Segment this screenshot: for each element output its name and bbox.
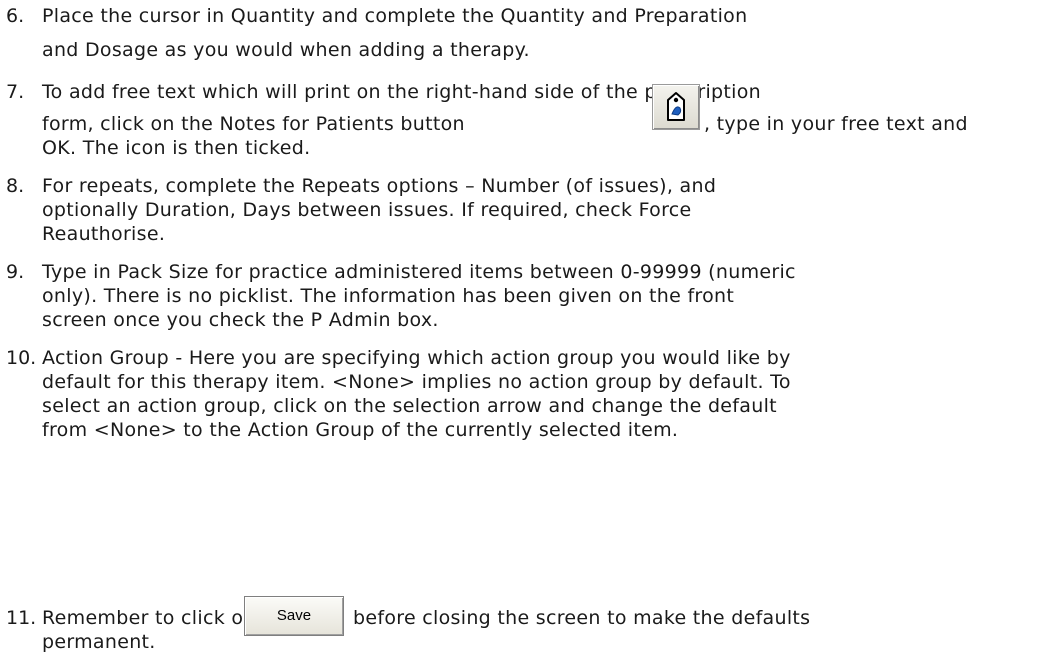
step-7-line-3: OK. The icon is then ticked. [42, 137, 311, 159]
step-11-number: 11. [6, 607, 37, 629]
step-9-line-3: screen once you check the P Admin box. [42, 309, 439, 331]
notes-for-patients-button[interactable] [652, 84, 700, 130]
step-8-line-1: For repeats, complete the Repeats option… [42, 175, 717, 197]
step-11-line-1-after: before closing the screen to make the de… [353, 607, 811, 629]
step-10-line-2: default for this therapy item. <None> im… [42, 371, 791, 393]
step-10-line-1: Action Group - Here you are specifying w… [42, 347, 791, 369]
step-9-line-2: only). There is no picklist. The informa… [42, 285, 735, 307]
save-button[interactable]: Save [244, 596, 344, 636]
step-9-line-1: Type in Pack Size for practice administe… [42, 261, 796, 283]
step-10-line-4: from <None> to the Action Group of the c… [42, 419, 679, 441]
step-7-line-2-after: , type in your free text and [704, 113, 968, 135]
step-6-number: 6. [6, 5, 25, 27]
step-8-line-2: optionally Duration, Days between issues… [42, 199, 692, 221]
step-11-line-1-before: Remember to click on [42, 607, 256, 629]
step-10-number: 10. [6, 347, 37, 369]
step-6-line-1: Place the cursor in Quantity and complet… [42, 5, 748, 27]
step-7-line-2-before: form, click on the Notes for Patients bu… [42, 113, 465, 135]
notes-for-patients-icon [667, 92, 685, 121]
step-7-number: 7. [6, 81, 25, 103]
step-6-line-2: and Dosage as you would when adding a th… [42, 39, 530, 61]
step-11-line-2: permanent. [42, 631, 156, 653]
step-9-number: 9. [6, 261, 25, 283]
step-8-line-3: Reauthorise. [42, 223, 166, 245]
step-10-line-3: select an action group, click on the sel… [42, 395, 777, 417]
step-8-number: 8. [6, 175, 25, 197]
